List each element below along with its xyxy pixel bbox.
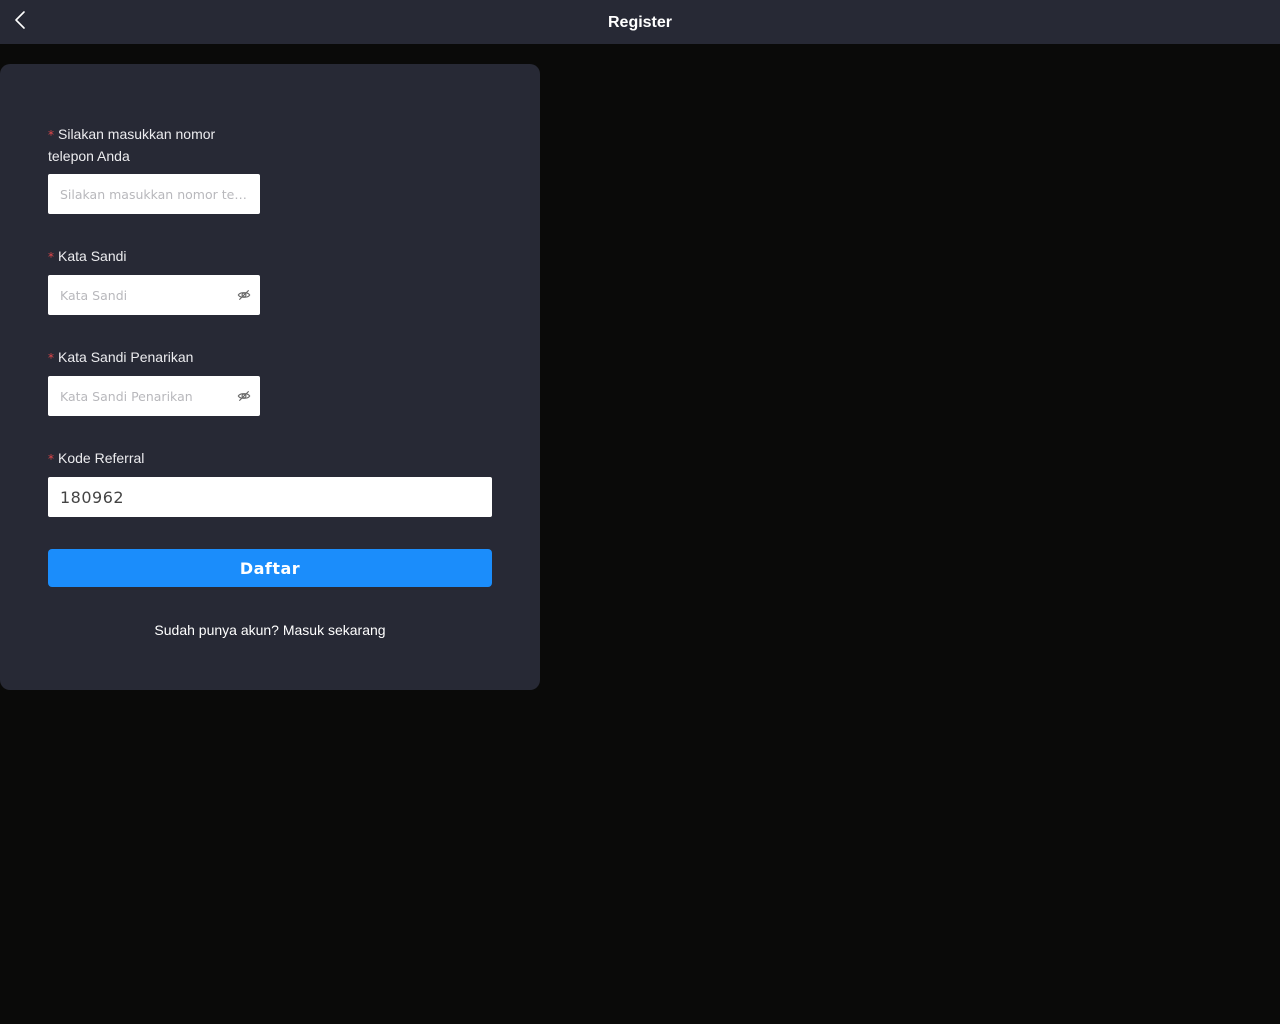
chevron-left-icon [15, 11, 25, 29]
password-visibility-toggle[interactable] [228, 275, 260, 315]
referral-label: * Kode Referral [48, 450, 145, 466]
page-title: Register [607, 14, 673, 31]
login-link[interactable]: Sudah punya akun? Masuk sekarang [154, 622, 385, 638]
withdraw-password-visibility-toggle[interactable] [228, 376, 260, 416]
required-mark: * [48, 250, 54, 264]
required-mark: * [48, 351, 54, 365]
required-mark: * [48, 452, 54, 466]
top-nav-bar: Register [0, 0, 1280, 44]
referral-input-box [48, 477, 492, 517]
phone-label: * Silakan masukkan nomor telepon Anda [48, 126, 216, 164]
eye-off-icon [237, 290, 251, 300]
password-input[interactable] [48, 275, 228, 315]
withdraw-password-input-box [48, 376, 260, 416]
register-button[interactable]: Daftar [48, 549, 492, 587]
register-form-card: *Silakan masukkan nomor telepon Anda *Ka… [0, 64, 540, 690]
phone-input-box [48, 174, 260, 214]
phone-input[interactable] [48, 174, 260, 214]
password-input-box [48, 275, 260, 315]
password-label: * Kata Sandi [48, 248, 127, 264]
required-mark: * [48, 128, 54, 142]
referral-code-input[interactable] [48, 477, 492, 517]
eye-off-icon [237, 391, 251, 401]
login-prompt: Sudah punya akun? Masuk sekarang [0, 620, 540, 640]
back-button[interactable] [8, 6, 32, 34]
withdraw-password-input[interactable] [48, 376, 228, 416]
withdraw-password-label: * Kata Sandi Penarikan [48, 349, 194, 365]
